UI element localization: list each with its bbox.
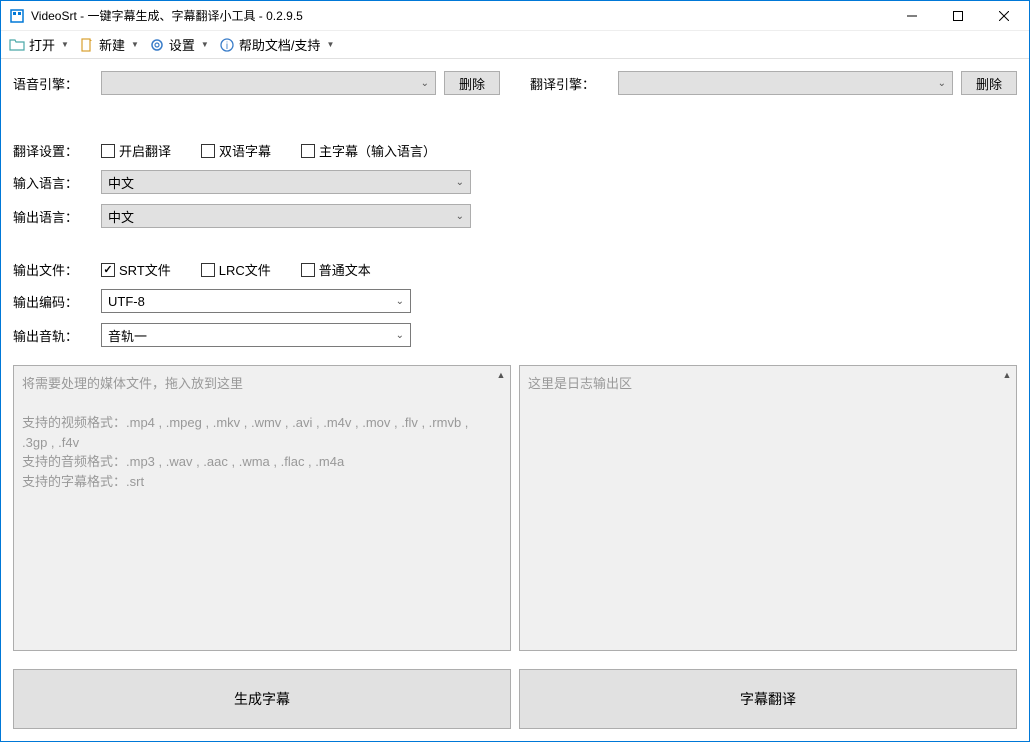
chevron-down-icon: ⌄ <box>421 78 429 89</box>
output-encoding-label: 输出编码： <box>13 292 93 311</box>
gear-icon <box>149 37 165 53</box>
checkbox-box <box>201 263 215 277</box>
output-file-label: 输出文件： <box>13 260 93 279</box>
input-lang-value: 中文 <box>108 173 134 192</box>
output-encoding-combo[interactable]: UTF-8 ⌄ <box>101 289 411 313</box>
plaintext-checkbox[interactable]: 普通文本 <box>301 260 371 279</box>
speech-delete-button[interactable]: 删除 <box>444 71 500 95</box>
chevron-down-icon: ⌄ <box>396 330 404 341</box>
output-lang-combo[interactable]: 中文 ⌄ <box>101 204 471 228</box>
scroll-up-icon[interactable]: ▲ <box>1000 368 1014 382</box>
info-icon: i <box>219 37 235 53</box>
app-icon <box>9 8 25 24</box>
output-encoding-value: UTF-8 <box>108 294 145 309</box>
output-track-combo[interactable]: 音轨一 ⌄ <box>101 323 411 347</box>
new-label: 新建 <box>99 35 125 54</box>
help-menu[interactable]: i 帮助文档/支持 ▼ <box>215 33 339 56</box>
chevron-down-icon: ⌄ <box>938 78 946 89</box>
checkbox-box <box>301 263 315 277</box>
svg-text:i: i <box>226 41 228 52</box>
output-lang-value: 中文 <box>108 207 134 226</box>
speech-engine-combo[interactable]: ⌄ <box>101 71 436 95</box>
chevron-down-icon: ⌄ <box>456 177 464 188</box>
enable-translate-label: 开启翻译 <box>119 141 171 160</box>
translate-engine-label: 翻译引擎： <box>530 74 610 93</box>
window-title: VideoSrt - 一键字幕生成、字幕翻译小工具 - 0.2.9.5 <box>31 7 889 24</box>
translate-delete-button[interactable]: 删除 <box>961 71 1017 95</box>
input-lang-combo[interactable]: 中文 ⌄ <box>101 170 471 194</box>
settings-menu[interactable]: 设置 ▼ <box>145 33 213 56</box>
checkbox-box <box>101 144 115 158</box>
srt-checkbox[interactable]: SRT文件 <box>101 260 171 279</box>
speech-engine-label: 语音引擎： <box>13 74 93 93</box>
lrc-label: LRC文件 <box>219 260 271 279</box>
lrc-checkbox[interactable]: LRC文件 <box>201 260 271 279</box>
checkbox-box-checked <box>101 263 115 277</box>
translate-settings-label: 翻译设置： <box>13 141 93 160</box>
chevron-down-icon: ▼ <box>131 40 139 49</box>
scroll-up-icon[interactable]: ▲ <box>494 368 508 382</box>
main-subtitle-checkbox[interactable]: 主字幕（输入语言） <box>301 141 436 160</box>
drop-placeholder: 将需要处理的媒体文件，拖入放到这里 支持的视频格式：.mp4 , .mpeg ,… <box>22 374 490 491</box>
input-lang-label: 输入语言： <box>13 173 93 192</box>
translate-engine-combo[interactable]: ⌄ <box>618 71 953 95</box>
checkbox-box <box>301 144 315 158</box>
plaintext-label: 普通文本 <box>319 260 371 279</box>
minimize-button[interactable] <box>889 1 935 31</box>
log-output-area[interactable]: ▲ 这里是日志输出区 <box>519 365 1017 651</box>
folder-icon <box>9 37 25 53</box>
chevron-down-icon: ▼ <box>326 40 334 49</box>
toolbar: 打开 ▼ 新建 ▼ 设置 ▼ i 帮助文档/支持 ▼ <box>1 31 1029 59</box>
log-placeholder: 这里是日志输出区 <box>528 374 996 394</box>
enable-translate-checkbox[interactable]: 开启翻译 <box>101 141 171 160</box>
checkbox-box <box>201 144 215 158</box>
open-menu[interactable]: 打开 ▼ <box>5 33 73 56</box>
output-lang-label: 输出语言： <box>13 207 93 226</box>
bilingual-checkbox[interactable]: 双语字幕 <box>201 141 271 160</box>
new-file-icon <box>79 37 95 53</box>
output-track-label: 输出音轨： <box>13 326 93 345</box>
output-track-value: 音轨一 <box>108 326 147 345</box>
open-label: 打开 <box>29 35 55 54</box>
settings-label: 设置 <box>169 35 195 54</box>
translate-subtitle-button[interactable]: 字幕翻译 <box>519 669 1017 729</box>
close-button[interactable] <box>981 1 1027 31</box>
generate-subtitle-button[interactable]: 生成字幕 <box>13 669 511 729</box>
titlebar: VideoSrt - 一键字幕生成、字幕翻译小工具 - 0.2.9.5 <box>1 1 1029 31</box>
chevron-down-icon: ▼ <box>201 40 209 49</box>
file-drop-area[interactable]: ▲ 将需要处理的媒体文件，拖入放到这里 支持的视频格式：.mp4 , .mpeg… <box>13 365 511 651</box>
srt-label: SRT文件 <box>119 260 171 279</box>
chevron-down-icon: ▼ <box>61 40 69 49</box>
chevron-down-icon: ⌄ <box>396 296 404 307</box>
new-menu[interactable]: 新建 ▼ <box>75 33 143 56</box>
main-subtitle-label: 主字幕（输入语言） <box>319 141 436 160</box>
maximize-button[interactable] <box>935 1 981 31</box>
bilingual-label: 双语字幕 <box>219 141 271 160</box>
help-label: 帮助文档/支持 <box>239 35 321 54</box>
chevron-down-icon: ⌄ <box>456 211 464 222</box>
